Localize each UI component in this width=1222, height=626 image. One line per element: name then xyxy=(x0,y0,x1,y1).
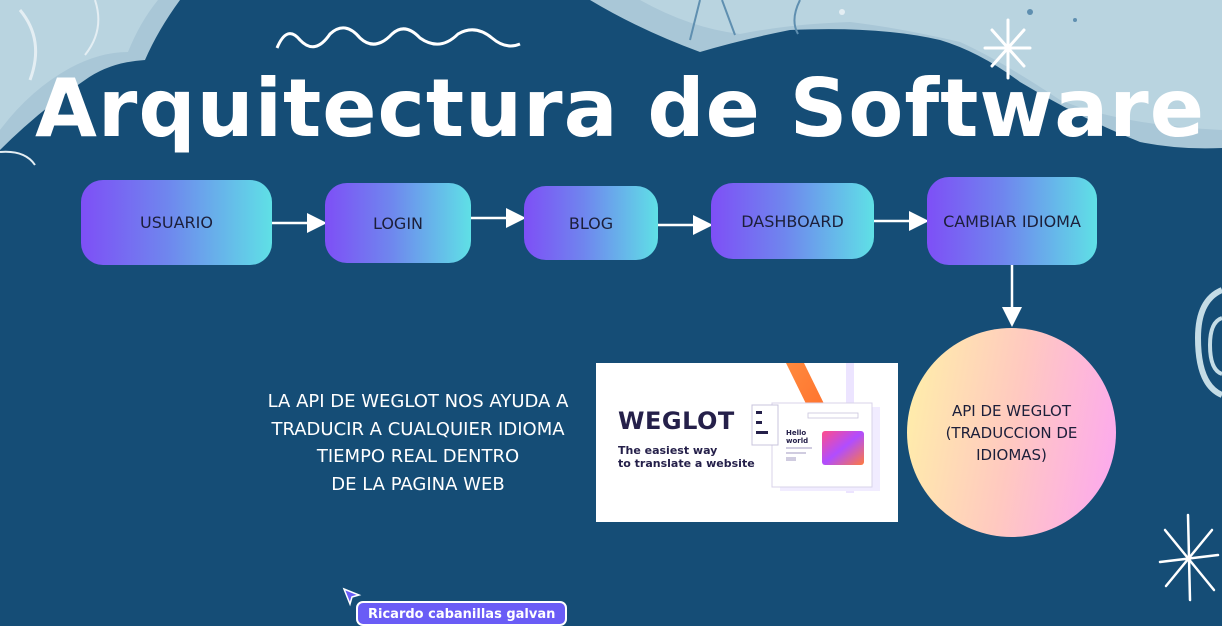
node-cambiar-idioma: CAMBIAR IDIOMA xyxy=(927,177,1097,265)
weglot-logo: WEGLOT xyxy=(618,407,735,435)
description-line: LA API DE WEGLOT NOS AYUDA A xyxy=(267,391,569,412)
node-usuario: USUARIO xyxy=(81,180,272,265)
weglot-tagline: The easiest way to translate a website xyxy=(618,444,755,470)
mock-world: world xyxy=(786,437,808,445)
weglot-tagline-line: to translate a website xyxy=(618,457,755,470)
node-blog: BLOG xyxy=(524,186,658,260)
api-node-line: IDIOMAS) xyxy=(976,445,1047,464)
node-login: LOGIN xyxy=(325,183,471,263)
description-text: LA API DE WEGLOT NOS AYUDA A TRADUCIR A … xyxy=(238,388,598,498)
author-badge: Ricardo cabanillas galvan xyxy=(356,601,568,626)
slide: Arquitectura de Software USUARIO LOGIN B… xyxy=(0,0,1222,626)
weglot-tagline-line: The easiest way xyxy=(618,444,718,457)
mock-hello: Hello xyxy=(786,429,806,437)
weglot-image: Hello world WEGLOT The easiest way to tr… xyxy=(596,363,898,522)
description-line: DE LA PAGINA WEB xyxy=(331,473,505,495)
api-node-line: (TRADUCCION DE xyxy=(945,423,1078,442)
node-dashboard: DASHBOARD xyxy=(711,183,874,259)
description-line: TRADUCIR A CUALQUIER IDIOMA xyxy=(271,418,565,440)
weglot-mockup-graphic: Hello world xyxy=(751,363,880,493)
node-api-weglot: API DE WEGLOT (TRADUCCION DE IDIOMAS) xyxy=(907,328,1116,537)
description-line: TIEMPO REAL DENTRO xyxy=(316,446,520,467)
api-node-line: API DE WEGLOT xyxy=(951,401,1072,420)
